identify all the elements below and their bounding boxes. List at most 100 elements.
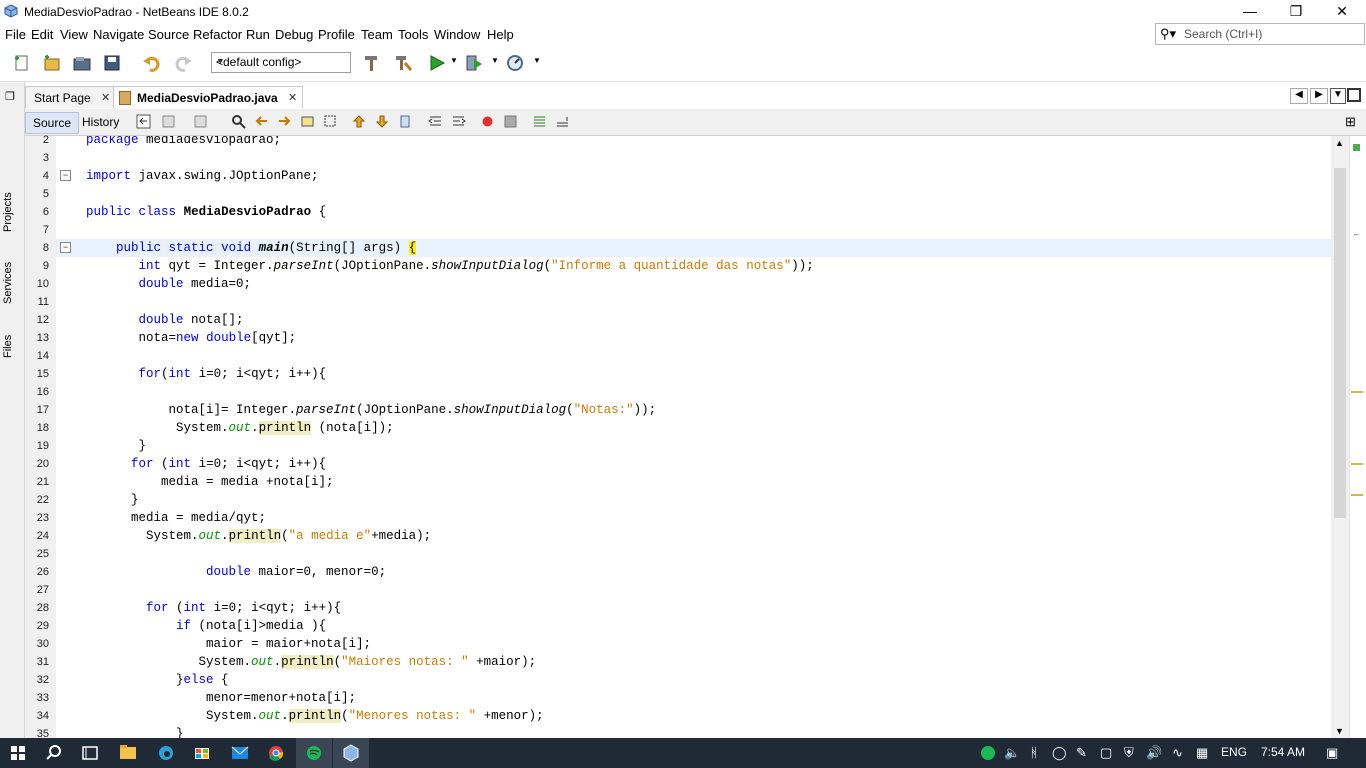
code-line[interactable]: menor=menor+nota[i]; bbox=[56, 689, 1331, 707]
network-globe-icon[interactable]: ◯ bbox=[1052, 745, 1067, 761]
fold-toggle-icon[interactable]: − bbox=[60, 170, 71, 181]
undo-icon[interactable] bbox=[142, 53, 162, 73]
clean-build-icon[interactable] bbox=[393, 53, 413, 73]
run-project-icon[interactable] bbox=[427, 53, 447, 73]
save-all-icon[interactable] bbox=[103, 53, 123, 73]
task-view-icon[interactable] bbox=[72, 738, 108, 768]
tab-history[interactable]: History bbox=[75, 112, 126, 132]
menu-tools[interactable]: Tools bbox=[398, 27, 428, 42]
menu-team[interactable]: Team bbox=[361, 27, 393, 42]
code-line[interactable]: maior = maior+nota[i]; bbox=[56, 635, 1331, 653]
code-line[interactable]: for (int i=0; i<qyt; i++){ bbox=[56, 455, 1331, 473]
redo-icon[interactable] bbox=[173, 53, 193, 73]
new-file-icon[interactable] bbox=[12, 53, 32, 73]
code-line[interactable]: for(int i=0; i<qyt; i++){ bbox=[56, 365, 1331, 383]
code-line[interactable] bbox=[56, 383, 1331, 401]
forward-icon[interactable] bbox=[193, 114, 208, 129]
menu-help[interactable]: Help bbox=[487, 27, 514, 42]
code-line[interactable]: if (nota[i]>media ){ bbox=[56, 617, 1331, 635]
code-line[interactable] bbox=[56, 149, 1331, 167]
debug-project-icon[interactable] bbox=[464, 53, 484, 73]
search-icon[interactable] bbox=[38, 738, 74, 768]
code-line[interactable]: } bbox=[56, 491, 1331, 509]
start-macro-icon[interactable] bbox=[480, 114, 495, 129]
notifications-icon[interactable]: ▣ bbox=[1326, 745, 1338, 761]
code-line[interactable]: public class MediaDesvioPadrao { bbox=[56, 203, 1331, 221]
scroll-down-icon[interactable]: ▼ bbox=[1335, 726, 1344, 736]
search-input[interactable]: ⚲▾ Search (Ctrl+I) bbox=[1155, 23, 1365, 45]
netbeans-taskbar-icon[interactable] bbox=[333, 738, 369, 768]
services-panel-tab[interactable]: Services bbox=[2, 262, 14, 304]
code-line[interactable]: import javax.swing.JOptionPane; bbox=[56, 167, 1331, 185]
spotify-icon[interactable] bbox=[296, 738, 332, 768]
code-line[interactable]: nota=new double[qyt]; bbox=[56, 329, 1331, 347]
display-icon[interactable]: ▢ bbox=[1100, 745, 1112, 761]
language-indicator[interactable]: ENG bbox=[1221, 745, 1247, 759]
code-line[interactable]: public static void main(String[] args) { bbox=[56, 239, 1331, 257]
occurrence-mark[interactable] bbox=[1351, 391, 1363, 393]
code-editor[interactable]: package mediadesviopadrao; import javax.… bbox=[56, 136, 1331, 738]
menu-source[interactable]: Source bbox=[148, 27, 189, 42]
back-icon[interactable] bbox=[161, 114, 176, 129]
tab-mediadesviopadrao-java[interactable]: MediaDesvioPadrao.java ✕ bbox=[113, 86, 303, 108]
bluetooth-icon[interactable]: ᚻ bbox=[1030, 745, 1038, 760]
scroll-tabs-left-icon[interactable]: ◀ bbox=[1290, 88, 1308, 104]
code-line[interactable] bbox=[56, 293, 1331, 311]
new-project-icon[interactable] bbox=[42, 53, 62, 73]
code-line[interactable]: System.out.println("Menores notas: " +me… bbox=[56, 707, 1331, 725]
profile-dropdown-arrow-icon[interactable]: ▼ bbox=[533, 56, 541, 65]
files-panel-tab[interactable]: Files bbox=[2, 335, 14, 358]
defender-icon[interactable]: ⛨ bbox=[1124, 745, 1134, 761]
menu-file[interactable]: File bbox=[5, 27, 26, 42]
scroll-tabs-right-icon[interactable]: ▶ bbox=[1310, 88, 1328, 104]
code-line[interactable]: }else { bbox=[56, 671, 1331, 689]
projects-panel-tab[interactable]: Projects bbox=[2, 192, 14, 232]
store-icon[interactable] bbox=[184, 738, 220, 768]
mail-icon[interactable] bbox=[222, 738, 258, 768]
close-tab-icon[interactable]: ✕ bbox=[288, 91, 297, 104]
toggle-bookmark-icon[interactable] bbox=[398, 114, 413, 129]
split-editor-icon[interactable]: ⊞ bbox=[1345, 114, 1356, 130]
code-line[interactable] bbox=[56, 185, 1331, 203]
maximize-editor-icon[interactable] bbox=[1347, 88, 1361, 102]
rectangular-selection-icon[interactable] bbox=[323, 114, 338, 129]
code-line[interactable]: media = media/qyt; bbox=[56, 509, 1331, 527]
code-line[interactable]: int qyt = Integer.parseInt(JOptionPane.s… bbox=[56, 257, 1331, 275]
fold-toggle-icon[interactable]: − bbox=[60, 242, 71, 253]
stop-macro-icon[interactable] bbox=[503, 114, 518, 129]
taskbar-clock[interactable]: 7:54 AM bbox=[1261, 745, 1305, 759]
shift-left-icon[interactable] bbox=[428, 114, 443, 129]
occurrence-mark[interactable] bbox=[1351, 463, 1363, 465]
code-line[interactable]: double media=0; bbox=[56, 275, 1331, 293]
last-edit-icon[interactable] bbox=[136, 114, 151, 129]
keyboard-layout-icon[interactable]: ▦ bbox=[1196, 745, 1208, 761]
file-explorer-icon[interactable] bbox=[110, 738, 146, 768]
scroll-up-icon[interactable]: ▲ bbox=[1335, 138, 1344, 148]
windows-start-icon[interactable] bbox=[0, 738, 36, 768]
occurrence-mark[interactable] bbox=[1351, 494, 1363, 496]
code-line[interactable]: } bbox=[56, 725, 1331, 738]
toggle-highlight-icon[interactable] bbox=[300, 114, 315, 129]
restore-window-icon[interactable]: ❐ bbox=[5, 90, 15, 103]
code-line[interactable] bbox=[56, 347, 1331, 365]
menu-profile[interactable]: Profile bbox=[318, 27, 355, 42]
code-line[interactable]: for (int i=0; i<qyt; i++){ bbox=[56, 599, 1331, 617]
menu-navigate[interactable]: Navigate bbox=[93, 27, 144, 42]
code-line[interactable] bbox=[56, 545, 1331, 563]
spotify-tray-icon[interactable] bbox=[980, 745, 996, 764]
pen-workspace-icon[interactable]: ✎ bbox=[1076, 745, 1087, 761]
restore-button[interactable]: ❐ bbox=[1273, 0, 1319, 24]
code-line[interactable]: double nota[]; bbox=[56, 311, 1331, 329]
code-line[interactable]: double maior=0, menor=0; bbox=[56, 563, 1331, 581]
profile-project-icon[interactable] bbox=[505, 53, 525, 73]
code-line[interactable]: } bbox=[56, 437, 1331, 455]
build-hammer-icon[interactable] bbox=[361, 53, 381, 73]
code-line[interactable]: System.out.println("a media e"+media); bbox=[56, 527, 1331, 545]
run-dropdown-arrow-icon[interactable]: ▼ bbox=[450, 56, 458, 65]
menu-window[interactable]: Window bbox=[434, 27, 480, 42]
code-line[interactable] bbox=[56, 581, 1331, 599]
scrollbar-thumb[interactable] bbox=[1334, 168, 1346, 518]
minimize-button[interactable]: — bbox=[1227, 0, 1273, 24]
config-select[interactable]: <default config> ▼ bbox=[211, 52, 351, 73]
comment-icon[interactable] bbox=[532, 114, 547, 129]
